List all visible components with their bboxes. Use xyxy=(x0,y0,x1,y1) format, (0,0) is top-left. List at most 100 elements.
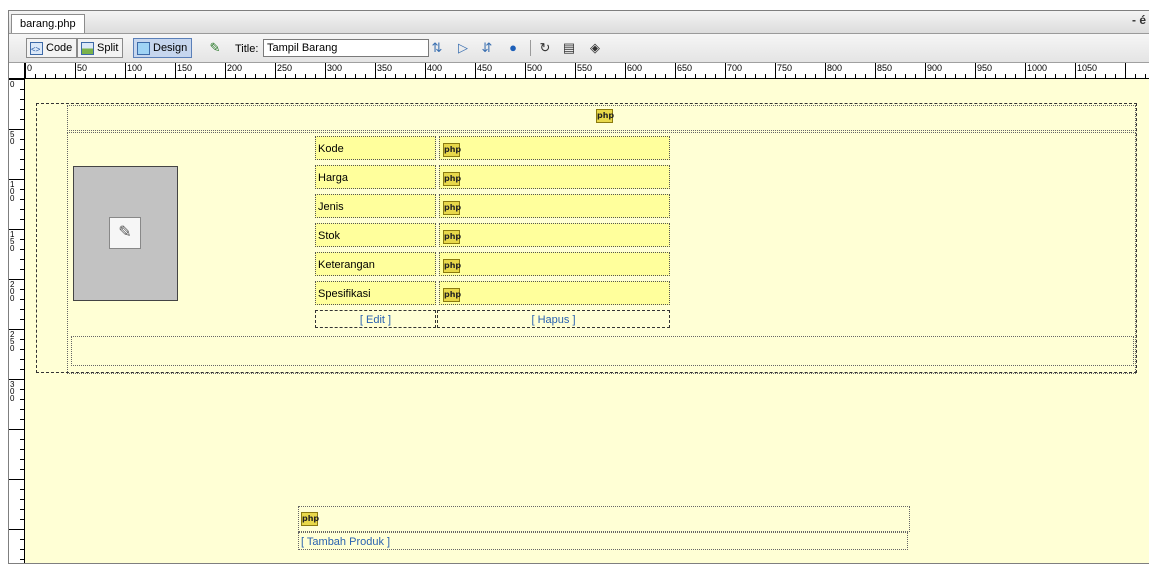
ruler-tick xyxy=(975,63,976,78)
field-label: Spesifikasi xyxy=(315,281,436,305)
ruler-tick xyxy=(945,74,946,78)
ruler-tick xyxy=(20,549,24,550)
browser-icon[interactable]: ● xyxy=(505,40,521,56)
php-marker-icon[interactable]: php xyxy=(596,109,614,123)
php-marker-icon[interactable]: php xyxy=(443,201,461,215)
ruler-tick xyxy=(145,74,146,78)
code-view-button[interactable]: Code xyxy=(26,38,78,59)
ruler-label: 50 xyxy=(77,63,88,73)
table-row: Harga php xyxy=(315,165,670,190)
ruler-tick xyxy=(1125,63,1126,78)
ruler-tick xyxy=(20,409,24,410)
window-controls[interactable]: - é xyxy=(1132,13,1146,27)
field-value-cell[interactable]: php xyxy=(439,165,670,189)
ruler-tick xyxy=(20,539,24,540)
ruler-tick xyxy=(565,74,566,78)
ruler-tick xyxy=(20,369,24,370)
field-value-cell[interactable]: php xyxy=(439,194,670,218)
field-value-cell[interactable]: php xyxy=(439,223,670,247)
php-marker-icon[interactable]: php xyxy=(443,230,461,244)
ruler-tick xyxy=(765,74,766,78)
ruler-tick xyxy=(955,74,956,78)
ruler-tick xyxy=(55,74,56,78)
php-marker-icon[interactable]: php xyxy=(301,512,319,526)
ruler-label: 550 xyxy=(577,63,593,73)
ruler-tick xyxy=(985,74,986,78)
ruler-tick xyxy=(165,74,166,78)
ruler-tick xyxy=(875,63,876,78)
ruler-tick xyxy=(1005,74,1006,78)
title-label: Title: xyxy=(235,43,259,55)
ruler-tick xyxy=(20,209,24,210)
horizontal-ruler: 0 50 100 150 200 250 300 350 400 450 500 550 600 650 7… xyxy=(9,63,1149,79)
document-toolbar: Code Split Design ✎ Title: ⇅ ▷ ⇵ ● ↻ ▤ ◈ xyxy=(9,34,1149,63)
php-marker-icon[interactable]: php xyxy=(443,172,461,186)
file-management-icon[interactable]: ⇅ xyxy=(429,40,445,56)
view-options-icon[interactable]: ▤ xyxy=(561,40,577,56)
ruler-tick xyxy=(20,469,24,470)
design-view-button[interactable]: Design xyxy=(133,38,193,58)
table-row: Jenis php xyxy=(315,194,670,219)
ruler-tick xyxy=(20,489,24,490)
php-marker-icon[interactable]: php xyxy=(443,288,461,302)
ruler-tick xyxy=(25,63,26,78)
product-image-placeholder[interactable]: ✎ xyxy=(73,166,178,301)
ruler-label: 0 xyxy=(10,80,15,89)
ruler-tick xyxy=(95,74,96,78)
ruler-label: 250 xyxy=(277,63,293,73)
delete-link[interactable]: [ Hapus ] xyxy=(437,310,670,328)
add-product-link[interactable]: [ Tambah Produk ] xyxy=(298,532,908,550)
ruler-tick xyxy=(465,74,466,78)
ruler-tick xyxy=(20,339,24,340)
ruler-tick xyxy=(20,89,24,90)
ruler-label: 700 xyxy=(727,63,743,73)
php-marker-icon[interactable]: php xyxy=(443,259,461,273)
live-view-icon[interactable]: ✎ xyxy=(207,40,223,56)
ruler-tick xyxy=(20,349,24,350)
ruler-tick xyxy=(35,74,36,78)
refresh-icon[interactable]: ↻ xyxy=(537,40,553,56)
ruler-tick xyxy=(665,74,666,78)
ruler-tick xyxy=(115,74,116,78)
ruler-tick xyxy=(20,239,24,240)
ruler-label: 150 xyxy=(177,63,193,73)
edit-link[interactable]: [ Edit ] xyxy=(315,310,436,328)
preview-icon[interactable]: ▷ xyxy=(455,40,471,56)
ruler-tick xyxy=(20,559,24,560)
design-canvas[interactable]: php ✎ Kode php Harga php Jenis php Stok php Kete… xyxy=(25,79,1149,563)
vertical-ruler: 0 50 100 150 200 250 300 xyxy=(9,79,25,563)
ruler-label: 600 xyxy=(627,63,643,73)
ruler-tick xyxy=(9,529,24,530)
ruler-tick xyxy=(20,99,24,100)
ruler-tick xyxy=(515,74,516,78)
title-input[interactable] xyxy=(263,39,429,57)
document-tab[interactable]: barang.php xyxy=(11,14,85,33)
visual-aids-icon[interactable]: ◈ xyxy=(587,40,603,56)
ruler-tick xyxy=(1055,74,1056,78)
ruler-tick xyxy=(595,74,596,78)
ruler-tick xyxy=(9,429,24,430)
ruler-tick xyxy=(255,74,256,78)
ruler-label: 400 xyxy=(427,63,443,73)
ruler-tick xyxy=(65,74,66,78)
ruler-tick xyxy=(485,74,486,78)
ruler-tick xyxy=(155,74,156,78)
ruler-label: 100 xyxy=(127,63,143,73)
ruler-label: 450 xyxy=(477,63,493,73)
ruler-tick xyxy=(625,63,626,78)
ruler-tick xyxy=(1145,74,1146,78)
field-value-cell[interactable]: php xyxy=(439,252,670,276)
ruler-tick xyxy=(495,74,496,78)
split-view-button[interactable]: Split xyxy=(77,38,124,58)
sort-icon[interactable]: ⇵ xyxy=(479,40,495,56)
ruler-tick xyxy=(695,74,696,78)
field-label: Stok xyxy=(315,223,436,247)
field-value-cell[interactable]: php xyxy=(439,136,670,160)
ruler-tick xyxy=(20,269,24,270)
design-view-label: Design xyxy=(153,42,188,54)
ruler-tick xyxy=(715,74,716,78)
ruler-tick xyxy=(20,139,24,140)
php-marker-icon[interactable]: php xyxy=(443,143,461,157)
ruler-tick xyxy=(265,74,266,78)
field-value-cell[interactable]: php xyxy=(439,281,670,305)
